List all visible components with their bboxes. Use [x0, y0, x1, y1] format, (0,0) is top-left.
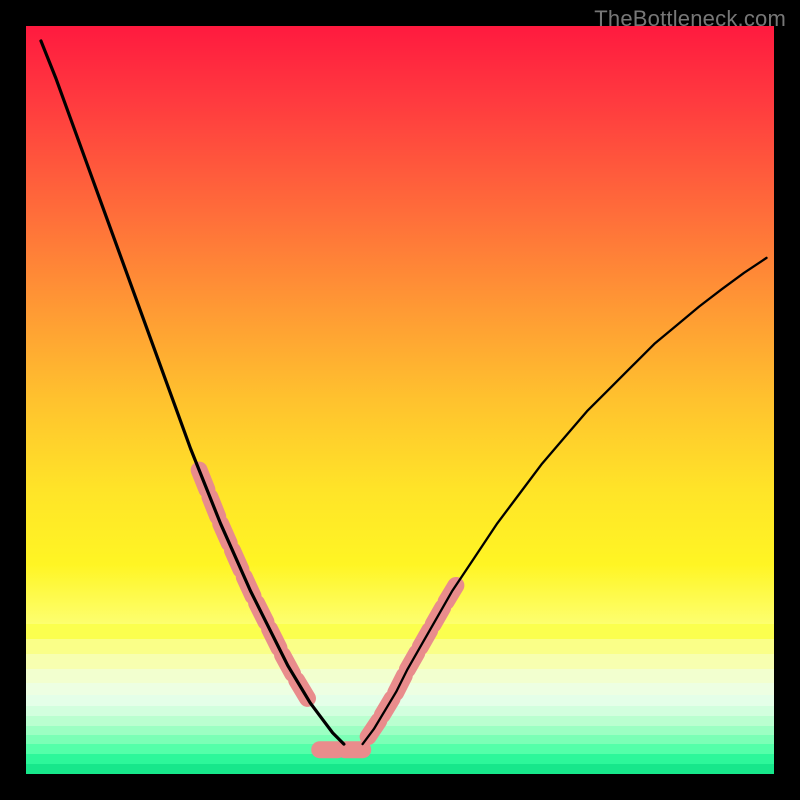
plot-area	[26, 26, 774, 774]
chart-root: TheBottleneck.com	[0, 0, 800, 800]
curve-overlay	[26, 26, 774, 774]
left-curve	[41, 41, 344, 744]
right-curve	[363, 258, 767, 744]
